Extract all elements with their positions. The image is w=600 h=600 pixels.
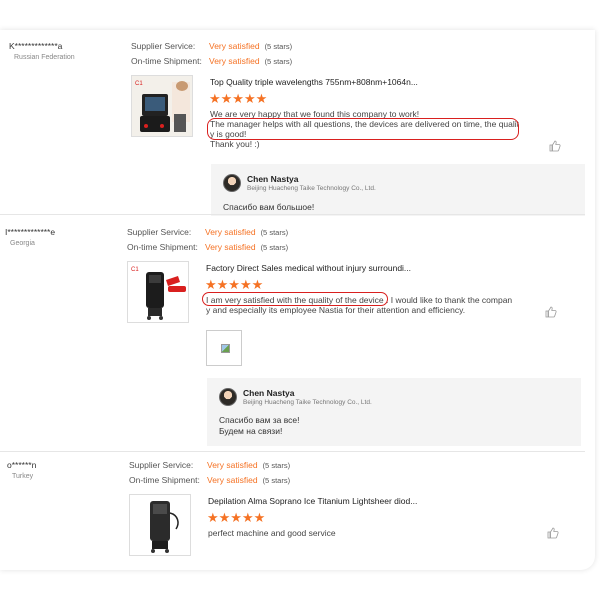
product-image — [130, 495, 190, 555]
review-photo[interactable] — [206, 330, 242, 366]
supplier-service-label: Supplier Service: — [127, 227, 192, 237]
supplier-service-label: Supplier Service: — [129, 460, 194, 470]
product-thumbnail[interactable]: C1 — [131, 75, 193, 137]
reply-message: Спасибо вам большое! — [223, 202, 315, 212]
star-rating: ★★★★★ — [205, 277, 264, 292]
product-title[interactable]: Top Quality triple wavelengths 755nm+808… — [210, 77, 418, 87]
shipment-label: On-time Shipment: — [129, 475, 200, 485]
product-title[interactable]: Depilation Alma Soprano Ice Titanium Lig… — [208, 496, 417, 506]
thumbs-up-icon[interactable] — [547, 527, 559, 539]
reviewer-country: Russian Federation — [14, 54, 75, 61]
reviewer-name: I*************e — [5, 227, 56, 237]
supplier-service-value: Very satisfied (5 stars) — [207, 460, 291, 470]
star-rating: ★★★★★ — [207, 510, 266, 525]
reply-message: Спасибо вам за все! Будем на связи! — [219, 415, 300, 436]
reviewer-country: Georgia — [10, 240, 35, 247]
product-image: C1 — [128, 262, 188, 322]
image-placeholder-icon — [221, 344, 230, 353]
supplier-service-value: Very satisfied (5 stars) — [209, 41, 293, 51]
review-item: I*************e Georgia Supplier Service… — [0, 215, 595, 450]
reviewer-country: Turkey — [12, 473, 34, 480]
shipment-label: On-time Shipment: — [127, 242, 198, 252]
supplier-service-value: Very satisfied (5 stars) — [205, 227, 289, 237]
svg-text:C1: C1 — [131, 267, 139, 273]
review-item: K*************a Russian Federation Suppl… — [0, 30, 595, 216]
thumbs-up-icon[interactable] — [549, 140, 561, 152]
reply-company: Beijing Huacheng Taike Technology Co., L… — [247, 185, 376, 192]
avatar — [219, 388, 237, 406]
shipment-label: On-time Shipment: — [131, 56, 202, 66]
reply-author: Chen Nastya — [243, 388, 295, 398]
shipment-value: Very satisfied (5 stars) — [209, 56, 293, 66]
reviews-panel: K*************a Russian Federation Suppl… — [0, 30, 595, 570]
reply-company: Beijing Huacheng Taike Technology Co., L… — [243, 399, 372, 406]
reviewer-name: o******n — [7, 460, 37, 470]
supplier-reply: Chen Nastya Beijing Huacheng Taike Techn… — [211, 164, 585, 216]
star-rating: ★★★★★ — [209, 91, 268, 106]
product-thumbnail[interactable] — [129, 494, 191, 556]
review-item: o******n Turkey Supplier Service: Very s… — [0, 450, 595, 570]
product-thumbnail[interactable]: C1 — [127, 261, 189, 323]
highlight-annotation — [207, 118, 519, 140]
highlight-annotation — [202, 292, 388, 306]
reviewer-name: K*************a — [9, 41, 63, 51]
thumbs-up-icon[interactable] — [545, 306, 557, 318]
reply-author: Chen Nastya — [247, 174, 299, 184]
review-comment: perfect machine and good service — [208, 528, 336, 538]
shipment-value: Very satisfied (5 stars) — [207, 475, 291, 485]
supplier-reply: Chen Nastya Beijing Huacheng Taike Techn… — [207, 378, 581, 446]
product-title[interactable]: Factory Direct Sales medical without inj… — [206, 263, 411, 273]
shipment-value: Very satisfied (5 stars) — [205, 242, 289, 252]
supplier-service-label: Supplier Service: — [131, 41, 196, 51]
svg-text:C1: C1 — [135, 81, 143, 87]
avatar — [223, 174, 241, 192]
product-image: C1 — [132, 76, 192, 136]
